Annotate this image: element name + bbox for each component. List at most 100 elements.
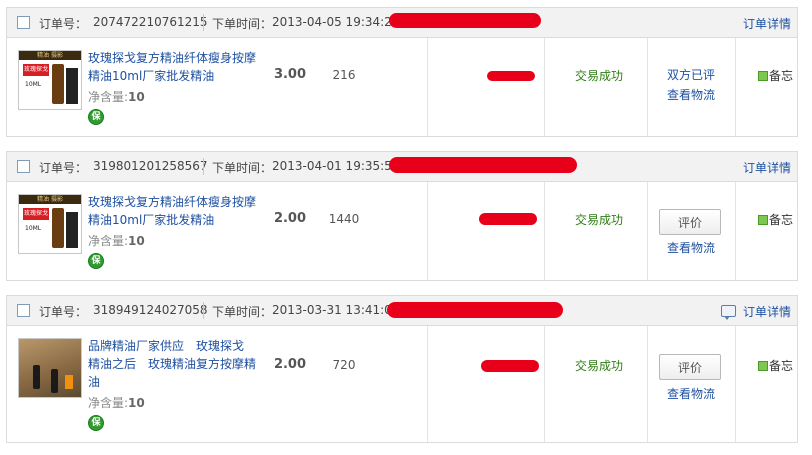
column-divider [427, 326, 428, 442]
redaction-mark [487, 71, 535, 81]
bottle-image [52, 208, 64, 248]
memo-label: 备忘 [769, 69, 794, 83]
order-select-checkbox[interactable] [17, 160, 30, 173]
order-detail-link[interactable]: 订单详情 [743, 15, 791, 32]
order-detail-link[interactable]: 订单详情 [743, 159, 791, 176]
guarantee-shield-icon: 保 [88, 109, 104, 125]
net-content-value: 10 [128, 234, 145, 248]
order-select-checkbox[interactable] [17, 304, 30, 317]
product-title-link[interactable]: 玫瑰探戈复方精油纤体瘦身按摩精油10ml厂家批发精油 [88, 193, 256, 229]
product-thumbnail[interactable]: 精油 摄影 玫瑰探戈 10ML [18, 50, 82, 110]
thumb-product-label: 玫瑰探戈 [23, 64, 49, 76]
net-content: 净含量:10 [88, 88, 145, 105]
view-logistics-link[interactable]: 查看物流 [667, 239, 715, 256]
order-number-label: 订单号： [39, 161, 88, 175]
order-number: 319801201258567 [93, 159, 208, 173]
order-card: 订单号： 207472210761215 下单时间： 2013-04-05 19… [6, 7, 798, 137]
memo-button[interactable]: 备忘 [758, 67, 793, 84]
header-divider [203, 158, 204, 175]
net-content-label: 净含量: [88, 90, 129, 104]
trade-status: 交易成功 [574, 69, 623, 83]
thumb-volume-text: 10ML [25, 225, 42, 232]
order-time-label: 下单时间： [212, 161, 273, 175]
memo-button[interactable]: 备忘 [758, 211, 793, 228]
view-logistics-link[interactable]: 查看物流 [667, 385, 715, 402]
column-divider [647, 326, 648, 442]
trade-status: 交易成功 [574, 213, 623, 227]
order-time: 2013-04-01 19:35:53 [272, 159, 400, 173]
net-content-label: 净含量: [88, 396, 129, 410]
unit-price: 3.00 [273, 67, 307, 82]
order-body: 品牌精油厂家供应 玫瑰探戈 精油之后 玫瑰精油复方按摩精油 净含量:10 保 2… [7, 326, 797, 442]
product-title-link[interactable]: 玫瑰探戈复方精油纤体瘦身按摩精油10ml厂家批发精油 [88, 49, 256, 85]
order-header: 订单号： 318949124027058 下单时间： 2013-03-31 13… [7, 296, 797, 326]
column-divider [427, 38, 428, 136]
photo-figure [33, 365, 40, 389]
order-number-label: 订单号： [39, 17, 88, 31]
order-number-label: 订单号： [39, 305, 88, 319]
thumb-banner-text: 精油 摄影 [19, 51, 81, 60]
evaluate-button[interactable]: 评价 [659, 354, 721, 380]
message-icon[interactable] [721, 305, 736, 320]
header-divider [203, 302, 204, 319]
column-divider [735, 182, 736, 280]
view-logistics-link[interactable]: 查看物流 [667, 86, 715, 103]
order-number: 207472210761215 [93, 15, 208, 29]
order-detail-link[interactable]: 订单详情 [743, 303, 791, 320]
net-content-value: 10 [128, 90, 145, 104]
header-divider [203, 14, 204, 31]
column-divider [735, 326, 736, 442]
thumb-banner-text: 精油 摄影 [19, 195, 81, 204]
quantity: 216 [332, 68, 356, 82]
net-content: 净含量:10 [88, 394, 145, 411]
order-time: 2013-04-05 19:34:27 [272, 15, 400, 29]
memo-label: 备忘 [769, 213, 794, 227]
order-header: 订单号： 319801201258567 下单时间： 2013-04-01 19… [7, 152, 797, 182]
photo-figure [51, 369, 58, 393]
order-body: 精油 摄影 玫瑰探戈 10ML 玫瑰探戈复方精油纤体瘦身按摩精油10ml厂家批发… [7, 182, 797, 280]
net-content-value: 10 [128, 396, 145, 410]
memo-icon [758, 215, 768, 225]
product-thumbnail[interactable]: 精油 摄影 玫瑰探戈 10ML [18, 194, 82, 254]
order-body: 精油 摄影 玫瑰探戈 10ML 玫瑰探戈复方精油纤体瘦身按摩精油10ml厂家批发… [7, 38, 797, 136]
column-divider [544, 182, 545, 280]
memo-icon [758, 361, 768, 371]
redaction-mark [387, 302, 563, 318]
thumb-volume-text: 10ML [25, 81, 42, 88]
redaction-mark [389, 13, 541, 28]
box-image [66, 212, 78, 248]
evaluate-button[interactable]: 评价 [659, 209, 721, 235]
photo-bottle [65, 375, 73, 389]
memo-label: 备忘 [769, 359, 794, 373]
box-image [66, 68, 78, 104]
bottle-image [52, 64, 64, 104]
column-divider [735, 38, 736, 136]
order-header: 订单号： 207472210761215 下单时间： 2013-04-05 19… [7, 8, 797, 38]
redaction-mark [481, 360, 539, 372]
order-time-label: 下单时间： [212, 305, 273, 319]
both-rated-link[interactable]: 双方已评 [667, 66, 715, 83]
order-select-checkbox[interactable] [17, 16, 30, 29]
unit-price: 2.00 [273, 211, 307, 226]
column-divider [544, 38, 545, 136]
order-card: 订单号： 319801201258567 下单时间： 2013-04-01 19… [6, 151, 798, 281]
column-divider [647, 38, 648, 136]
redaction-mark [389, 157, 577, 173]
column-divider [647, 182, 648, 280]
thumb-product-label: 玫瑰探戈 [23, 208, 49, 220]
product-title-link[interactable]: 品牌精油厂家供应 玫瑰探戈 精油之后 玫瑰精油复方按摩精油 [88, 337, 256, 391]
redaction-mark [479, 213, 537, 225]
quantity: 720 [332, 358, 356, 372]
order-number: 318949124027058 [93, 303, 208, 317]
column-divider [544, 326, 545, 442]
memo-icon [758, 71, 768, 81]
unit-price: 2.00 [273, 357, 307, 372]
memo-button[interactable]: 备忘 [758, 357, 793, 374]
quantity: 1440 [328, 212, 360, 226]
net-content: 净含量:10 [88, 232, 145, 249]
column-divider [427, 182, 428, 280]
product-thumbnail[interactable] [18, 338, 82, 398]
order-time-label: 下单时间： [212, 17, 273, 31]
guarantee-shield-icon: 保 [88, 253, 104, 269]
trade-status: 交易成功 [574, 359, 623, 373]
